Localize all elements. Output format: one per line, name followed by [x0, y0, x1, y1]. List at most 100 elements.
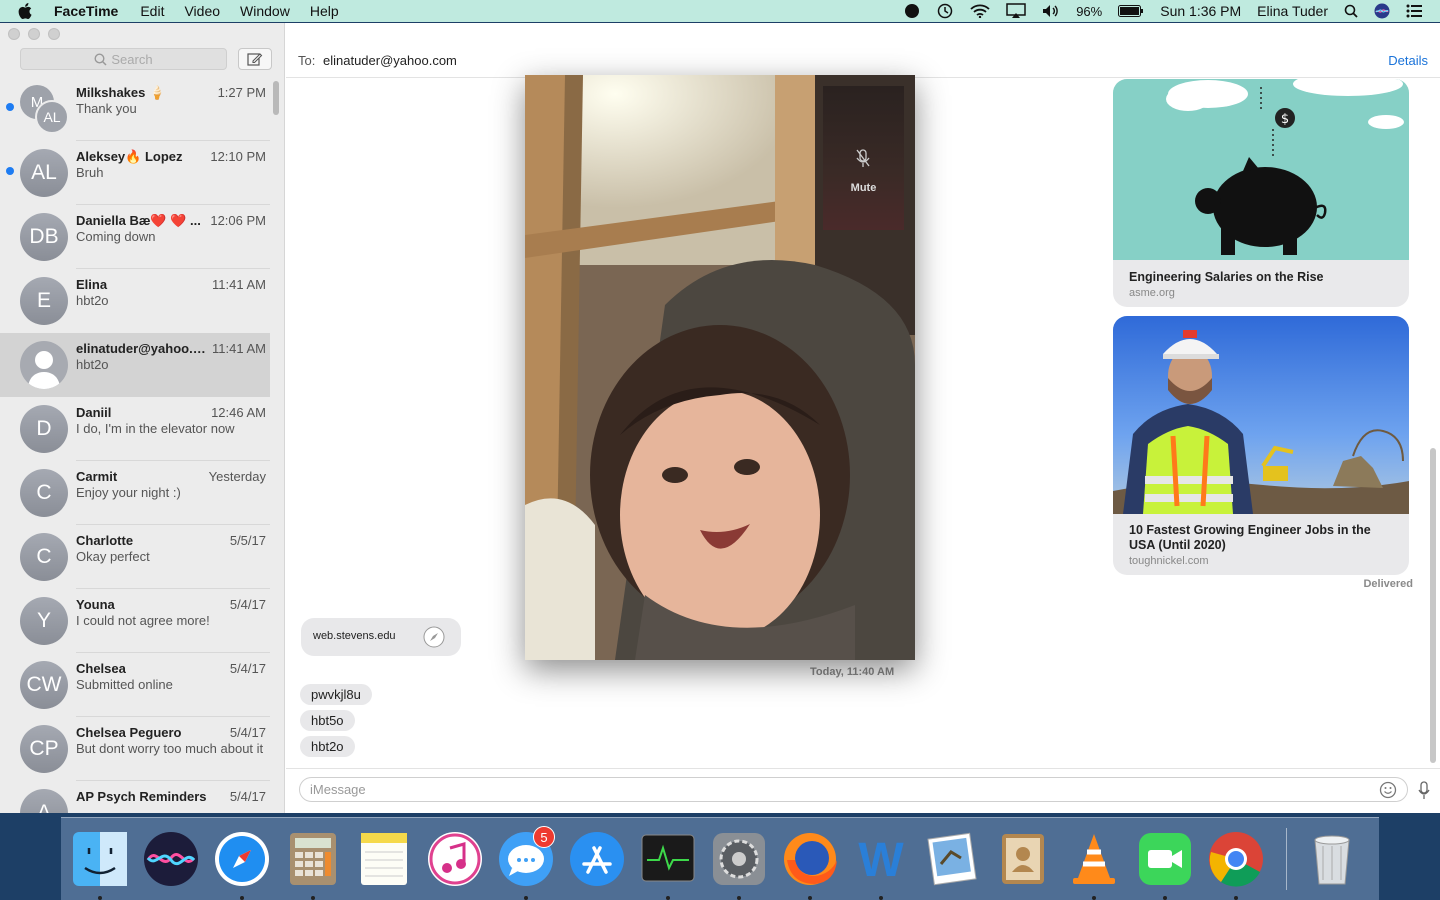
avatar: CW	[20, 661, 68, 709]
conversation-item[interactable]: D Daniil 12:46 AM I do, I'm in the eleva…	[0, 397, 270, 461]
activity-monitor-icon[interactable]	[637, 828, 699, 900]
conversation-time: 5/4/17	[229, 725, 266, 740]
unread-indicator	[6, 167, 14, 175]
vlc-icon[interactable]	[1063, 828, 1125, 900]
link-preview-card[interactable]: 10 Fastest Growing Engineer Jobs in the …	[1113, 316, 1409, 575]
conversation-time: 5/4/17	[229, 789, 266, 804]
conversation-item[interactable]: C Carmit Yesterday Enjoy your night :)	[0, 461, 270, 525]
conversation-item[interactable]: Y Youna 5/4/17 I could not agree more!	[0, 589, 270, 653]
conversation-name: AP Psych Reminders	[76, 789, 207, 804]
conversation-name: Milkshakes 🍦	[76, 85, 166, 100]
conversation-time: 5/5/17	[229, 533, 266, 548]
minimize-button[interactable]	[28, 28, 40, 40]
airplay-icon[interactable]	[1006, 3, 1026, 19]
card-title: 10 Fastest Growing Engineer Jobs in the …	[1129, 523, 1371, 552]
facetime-icon[interactable]	[1134, 828, 1196, 900]
app-store-icon[interactable]	[566, 828, 628, 890]
avatar-initials: AL	[35, 100, 69, 134]
svg-text:W: W	[858, 834, 904, 887]
details-button[interactable]: Details	[1388, 53, 1428, 68]
compose-button[interactable]	[238, 48, 272, 70]
chrome-icon[interactable]	[1205, 828, 1267, 900]
conversation-item[interactable]: AL Aleksey🔥 Lopez 12:10 PM Bruh	[0, 141, 270, 205]
card-domain: toughnickel.com	[1129, 555, 1209, 567]
spotlight-icon[interactable]	[1344, 4, 1358, 18]
card-domain: asme.org	[1129, 287, 1175, 299]
imessage-placeholder: iMessage	[310, 782, 366, 797]
finder-icon[interactable]	[69, 828, 131, 900]
conversation-time: 11:41 AM	[212, 341, 266, 356]
dock: 5 W	[61, 817, 1379, 900]
menu-help[interactable]: Help	[310, 3, 339, 19]
volume-icon[interactable]	[1042, 4, 1060, 18]
dock-separator	[1286, 828, 1287, 890]
input-bar: iMessage	[286, 768, 1440, 813]
itunes-icon[interactable]	[424, 828, 486, 890]
zoom-button[interactable]	[48, 28, 60, 40]
siri-menubar-icon[interactable]	[1374, 3, 1390, 19]
recipient-bar: To: elinatuder@yahoo.com Details	[286, 23, 1440, 78]
conversation-name: Elina	[76, 277, 108, 292]
conversation-item[interactable]: C Charlotte 5/5/17 Okay perfect	[0, 525, 270, 589]
message-bubble[interactable]: hbt2o	[300, 736, 355, 757]
menu-video[interactable]: Video	[184, 3, 220, 19]
sidebar: Search M AL Milkshakes 🍦 1:27 PM Thank y…	[0, 23, 285, 813]
message-bubble[interactable]: hbt5o	[300, 710, 355, 731]
conversation-item[interactable]: DB Daniella Bæ❤️ ❤️ ... 12:06 PM Coming …	[0, 205, 270, 269]
menu-bar: FaceTime Edit Video Window Help 96% Sun …	[0, 0, 1440, 22]
close-button[interactable]	[8, 28, 20, 40]
message-bubble[interactable]: pwvkjl8u	[300, 684, 372, 705]
conversation-time: 1:27 PM	[217, 85, 266, 100]
messages-scrollbar[interactable]	[1430, 448, 1436, 763]
firefox-icon[interactable]	[779, 828, 841, 900]
conversation-item-selected[interactable]: elinatuder@yahoo.c... 11:41 AM hbt2o	[0, 333, 270, 397]
menubar-clock[interactable]: Sun 1:36 PM	[1160, 3, 1241, 19]
notes-icon[interactable]	[353, 828, 415, 890]
conversation-preview: Enjoy your night :)	[76, 485, 181, 500]
menu-edit[interactable]: Edit	[140, 3, 164, 19]
recipient-address[interactable]: elinatuder@yahoo.com	[323, 53, 457, 68]
message-timestamp: Today, 11:40 AM	[810, 666, 895, 678]
facetime-video-window[interactable]: Mute	[525, 75, 915, 660]
avatar: C	[20, 533, 68, 581]
notification-center-icon[interactable]	[1406, 4, 1422, 18]
compose-icon	[247, 53, 263, 66]
conversation-preview: Thank you	[76, 101, 137, 116]
time-machine-icon[interactable]	[936, 3, 954, 19]
conversation-item[interactable]: CW Chelsea 5/4/17 Submitted online	[0, 653, 270, 717]
mute-label[interactable]: Mute	[823, 182, 904, 194]
menu-window[interactable]: Window	[240, 3, 290, 19]
imessage-input[interactable]: iMessage	[299, 777, 1408, 802]
microphone-icon[interactable]	[1418, 781, 1430, 804]
siri-icon[interactable]	[140, 828, 202, 890]
system-preferences-icon[interactable]	[708, 828, 770, 900]
conversation-item[interactable]: M AL Milkshakes 🍦 1:27 PM Thank you	[0, 77, 270, 141]
calculator-icon[interactable]	[282, 828, 344, 900]
safari-icon[interactable]	[211, 828, 273, 900]
contacts-icon[interactable]	[992, 828, 1054, 890]
conversation-time: Yesterday	[208, 469, 266, 484]
microphone-mute-icon[interactable]	[855, 148, 871, 173]
conversation-preview: I could not agree more!	[76, 613, 210, 628]
preview-icon[interactable]	[921, 828, 983, 890]
trash-icon[interactable]	[1301, 828, 1363, 890]
link-preview-card[interactable]: $ Engineering Salaries on the Rise asme.…	[1113, 79, 1409, 307]
wifi-icon[interactable]	[970, 4, 990, 18]
messages-icon[interactable]: 5	[495, 826, 557, 900]
word-icon[interactable]: W	[850, 828, 912, 900]
conversation-time: 5/4/17	[229, 661, 266, 676]
apple-menu-icon[interactable]	[18, 3, 38, 19]
search-input[interactable]: Search	[20, 48, 227, 70]
conversation-item[interactable]: A AP Psych Reminders 5/4/17	[0, 781, 270, 813]
conversation-preview: Coming down	[76, 229, 156, 244]
link-bubble[interactable]: web.stevens.edu	[301, 618, 461, 656]
conversation-item[interactable]: CP Chelsea Peguero 5/4/17 But dont worry…	[0, 717, 270, 781]
battery-icon[interactable]	[1118, 5, 1144, 17]
menubar-user[interactable]: Elina Tuder	[1257, 3, 1328, 19]
menu-app-name[interactable]: FaceTime	[54, 3, 118, 19]
delivered-status: Delivered	[1363, 578, 1413, 590]
do-not-disturb-icon[interactable]	[904, 3, 920, 19]
conversation-item[interactable]: E Elina 11:41 AM hbt2o	[0, 269, 270, 333]
emoji-icon[interactable]	[1379, 781, 1397, 802]
sidebar-scrollbar[interactable]	[273, 81, 279, 115]
